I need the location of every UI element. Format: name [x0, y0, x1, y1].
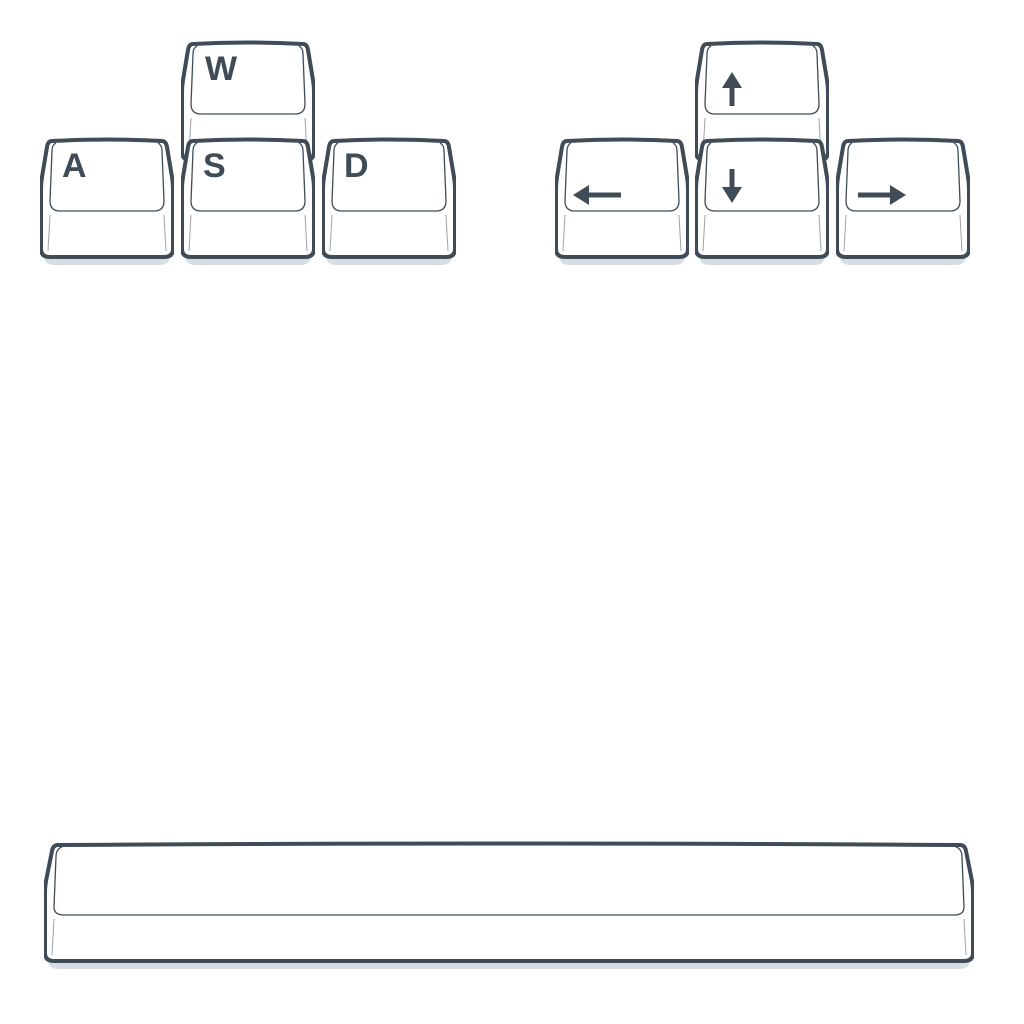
key-d[interactable]: D — [322, 137, 456, 267]
key-arrow-left[interactable] — [555, 137, 689, 267]
wasd-cluster: W A S D — [40, 40, 456, 267]
key-s[interactable]: S — [181, 137, 315, 267]
key-w-label: W — [205, 50, 238, 88]
key-spacebar[interactable] — [44, 841, 974, 971]
key-arrow-right[interactable] — [836, 137, 970, 267]
keyboard-keys-illustration: W A S D — [40, 40, 974, 971]
key-a-label: A — [62, 147, 87, 185]
key-arrow-down[interactable] — [695, 137, 829, 267]
key-a[interactable]: A — [40, 137, 174, 267]
key-s-label: S — [203, 147, 226, 185]
arrow-cluster — [555, 40, 970, 267]
key-d-label: D — [344, 147, 369, 185]
